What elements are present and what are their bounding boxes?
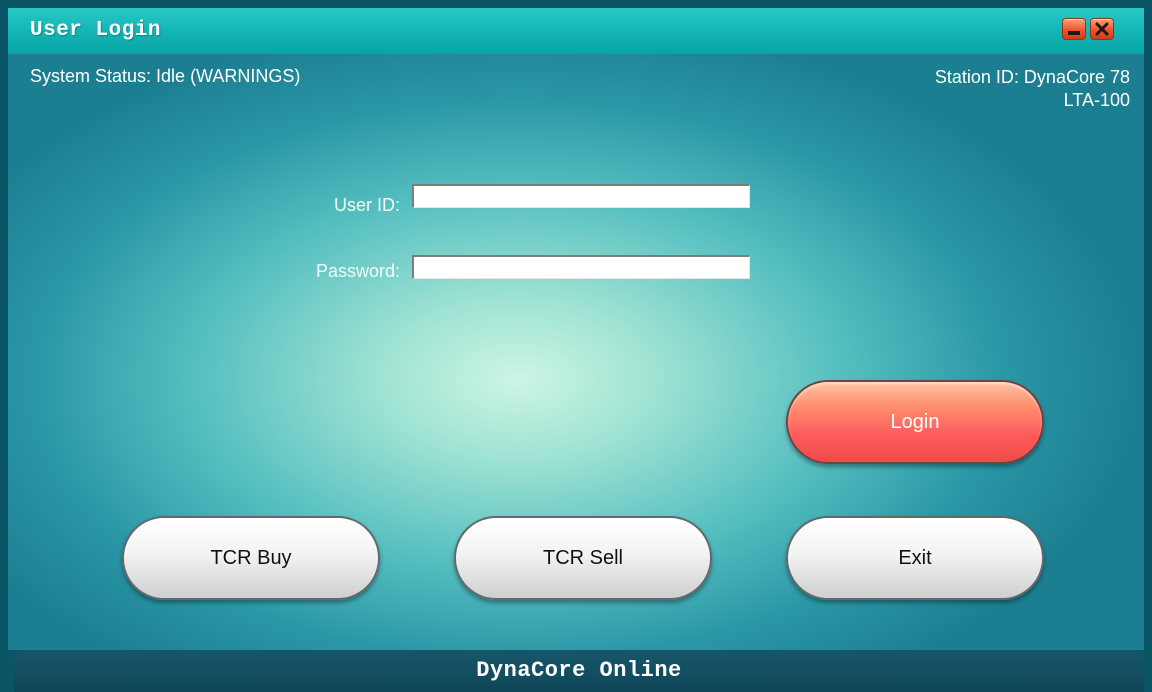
close-icon (1095, 22, 1109, 36)
login-window: User Login System Status: Idle (WARNINGS… (0, 0, 1152, 692)
login-panel: System Status: Idle (WARNINGS) Station I… (8, 54, 1144, 650)
window-title: User Login (30, 19, 162, 42)
tcr-buy-button[interactable]: TCR Buy (122, 516, 380, 600)
minimize-button[interactable] (1062, 18, 1086, 40)
station-model: LTA-100 (1063, 90, 1130, 110)
station-info: Station ID: DynaCore 78 LTA-100 (935, 66, 1130, 112)
exit-button[interactable]: Exit (786, 516, 1044, 600)
exit-button-label: Exit (898, 546, 932, 569)
system-status: System Status: Idle (WARNINGS) (30, 66, 301, 86)
status-footer: DynaCore Online (14, 650, 1144, 692)
tcr-sell-button[interactable]: TCR Sell (454, 516, 712, 600)
footer-text: DynaCore Online (476, 658, 682, 683)
login-button-label: Login (890, 410, 940, 433)
station-id: Station ID: DynaCore 78 (934, 67, 1130, 87)
close-button[interactable] (1090, 18, 1114, 40)
password-label: Password: (315, 261, 400, 281)
title-bar[interactable]: User Login (8, 8, 1144, 54)
login-button[interactable]: Login (786, 380, 1044, 464)
password-field[interactable] (412, 255, 750, 279)
minimize-icon (1068, 31, 1080, 35)
user-id-label: User ID: (333, 195, 400, 215)
tcr-buy-button-label: TCR Buy (210, 546, 292, 569)
user-id-field[interactable] (412, 184, 750, 208)
tcr-sell-button-label: TCR Sell (542, 546, 623, 569)
